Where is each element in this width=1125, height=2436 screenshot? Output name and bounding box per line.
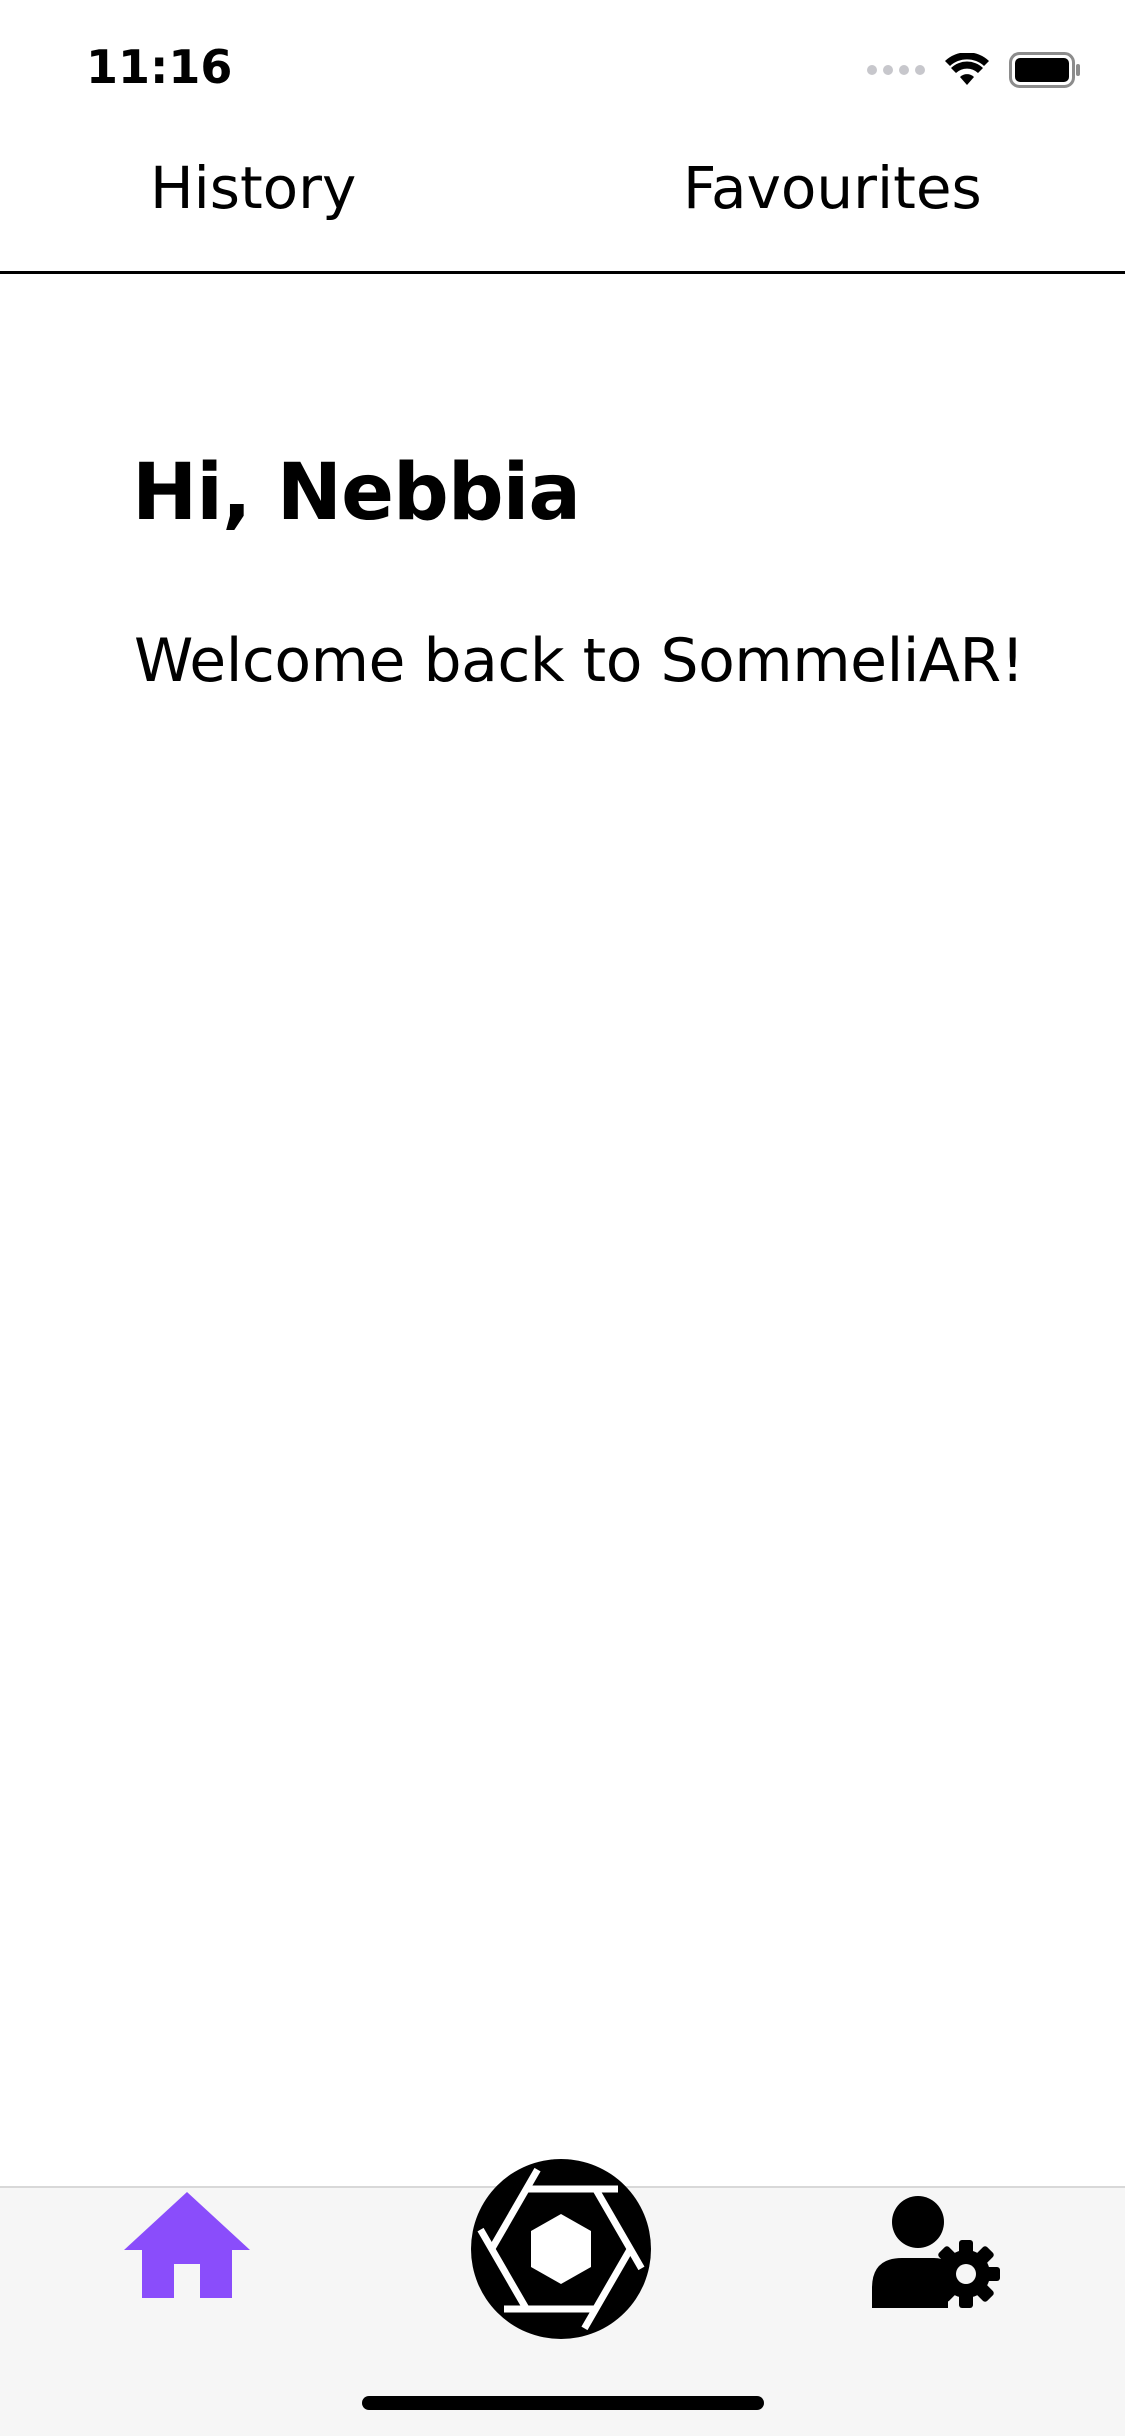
status-icons: [867, 48, 1081, 92]
tab-history[interactable]: History: [150, 154, 356, 222]
camera-shutter-icon: [471, 2159, 651, 2339]
status-time: 11:16: [86, 40, 233, 94]
wifi-icon: [945, 53, 989, 85]
home-indicator[interactable]: [362, 2396, 764, 2410]
cellular-signal-icon: [867, 65, 925, 75]
top-tab-bar: History Favourites: [0, 132, 1125, 274]
app-screen: 11:16 History Favourites Hi, Nebbia Welc…: [0, 0, 1125, 2436]
camera-scan-button[interactable]: [468, 2156, 654, 2342]
home-tab-button[interactable]: [124, 2192, 250, 2302]
profile-settings-tab-button[interactable]: [872, 2196, 1002, 2308]
battery-icon: [1009, 52, 1080, 88]
welcome-message: Welcome back to SommeliAR!: [134, 626, 1025, 696]
status-bar: 11:16: [0, 0, 1125, 132]
user-settings-icon: [872, 2196, 1000, 2308]
tab-favourites[interactable]: Favourites: [683, 154, 982, 222]
home-icon: [124, 2192, 250, 2298]
greeting-heading: Hi, Nebbia: [132, 448, 581, 538]
